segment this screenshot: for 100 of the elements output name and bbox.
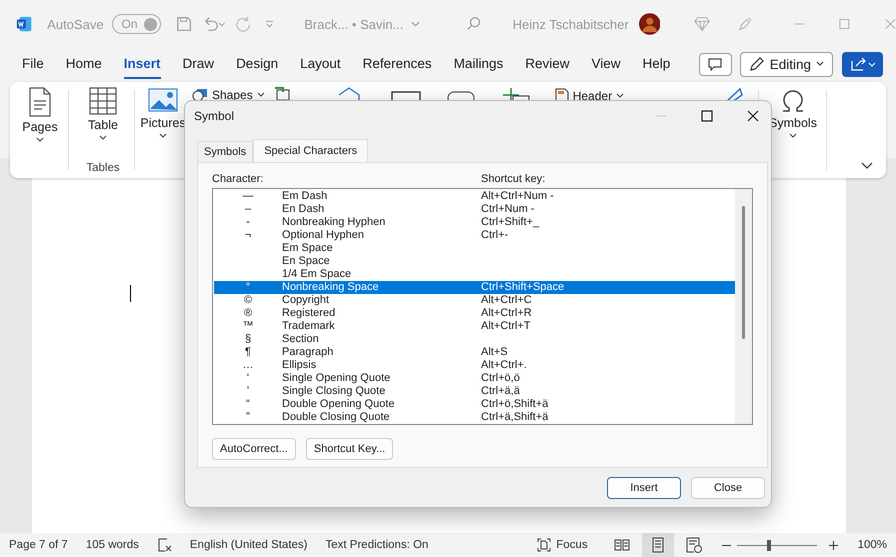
pictures-button[interactable]: Pictures — [138, 82, 188, 139]
character-name: Copyright — [282, 294, 330, 306]
pencil-icon — [748, 56, 765, 72]
language[interactable]: English (United States) — [190, 539, 308, 551]
share-button[interactable] — [842, 52, 883, 76]
list-row[interactable]: 1/4 Em Space — [214, 268, 735, 281]
menu-tab[interactable]: References — [362, 50, 432, 78]
text-cursor — [130, 285, 131, 302]
maximize-icon[interactable] — [701, 110, 713, 122]
list-row[interactable]: ¬ Optional Hyphen Ctrl+- — [214, 229, 735, 242]
menu-tab[interactable]: Help — [642, 50, 670, 78]
list-row[interactable]: ™ Trademark Alt+Ctrl+T — [214, 320, 735, 333]
table-button[interactable]: Table — [79, 82, 127, 141]
omega-icon — [780, 87, 806, 113]
list-row[interactable]: ‘ Single Opening Quote Ctrl+ö,ö — [214, 372, 735, 385]
page-count[interactable]: Page 7 of 7 — [9, 539, 68, 551]
close-button[interactable]: Close — [691, 477, 765, 499]
character-glyph: § — [244, 333, 252, 345]
menu-tab[interactable]: Draw — [182, 50, 214, 78]
shortcut-key: Ctrl+ä,ä — [481, 385, 520, 398]
comment-button[interactable] — [698, 52, 732, 76]
list-row[interactable]: ¶ Paragraph Alt+S — [214, 346, 735, 359]
caret-icon — [256, 92, 265, 98]
character-name: Em Space — [282, 242, 333, 254]
close-icon[interactable] — [747, 110, 759, 122]
proofing-icon[interactable] — [158, 538, 172, 552]
scrollbar[interactable] — [735, 189, 752, 424]
group-label: Tables — [86, 162, 120, 174]
caret-icon — [616, 93, 624, 99]
character-name: Double Opening Quote — [282, 398, 395, 410]
shortcut-key: Alt+Ctrl+T — [481, 320, 531, 333]
list-row[interactable]: © Copyright Alt+Ctrl+C — [214, 294, 735, 307]
book-icon — [614, 538, 630, 552]
menu-tab[interactable]: Home — [66, 50, 102, 78]
text-predictions[interactable]: Text Predictions: On — [326, 539, 428, 551]
menu-tab[interactable]: Insert — [124, 50, 161, 78]
autocorrect-button[interactable]: AutoCorrect... — [212, 438, 296, 460]
character-glyph: ¬ — [244, 229, 252, 241]
print-view-button[interactable] — [642, 533, 674, 557]
list-row[interactable]: … Ellipsis Alt+Ctrl+. — [214, 359, 735, 372]
page-icon — [650, 537, 665, 553]
dialog-tab[interactable]: Special Characters — [253, 139, 368, 162]
caret-icon[interactable] — [411, 20, 420, 28]
list-row[interactable]: Em Space — [214, 242, 735, 255]
character-glyph: — — [242, 190, 254, 202]
shortcut-key: Ctrl+Num - — [481, 203, 534, 216]
character-name: Single Closing Quote — [282, 385, 386, 397]
menu-tab[interactable]: View — [591, 50, 621, 78]
shortcut-key: Ctrl+Shift+_ — [481, 216, 540, 229]
character-glyph: ¶ — [245, 346, 251, 358]
character-name: Registered — [282, 307, 336, 319]
list-row[interactable]: En Space — [214, 255, 735, 268]
list-row[interactable]: ° Nonbreaking Space Ctrl+Shift+Space — [214, 281, 735, 294]
cross-icon[interactable] — [500, 87, 531, 103]
share-icon — [850, 57, 874, 71]
list-row[interactable]: – En Dash Ctrl+Num - — [214, 203, 735, 216]
list-row[interactable]: — Em Dash Alt+Ctrl+Num - — [214, 190, 735, 203]
shortcut-key: Ctrl+ö,Shift+ä — [481, 398, 548, 411]
caret-icon — [36, 137, 44, 143]
web-page-icon — [686, 537, 702, 553]
focus-icon — [537, 538, 552, 552]
focus-button[interactable]: Focus — [537, 538, 588, 552]
menu-tab[interactable]: Layout — [300, 50, 341, 78]
scrollbar-thumb[interactable] — [742, 206, 745, 339]
list-row[interactable]: - Nonbreaking Hyphen Ctrl+Shift+_ — [214, 216, 735, 229]
save-icon[interactable] — [176, 15, 192, 33]
picture-icon — [148, 87, 178, 113]
character-glyph: ® — [244, 307, 252, 319]
character-glyph: © — [244, 294, 252, 306]
shortcut-key: Alt+Ctrl+Num - — [481, 190, 554, 203]
list-row[interactable]: § Section — [214, 333, 735, 346]
editing-button[interactable]: Editing — [740, 52, 833, 76]
shortcut-key: Ctrl+Shift+Space — [481, 281, 564, 294]
menu-tab[interactable]: File — [22, 50, 44, 78]
zoom-in-icon[interactable] — [828, 540, 838, 550]
character-glyph: – — [244, 203, 252, 215]
collapse-caret-icon[interactable] — [861, 162, 873, 170]
character-name: Optional Hyphen — [282, 229, 364, 241]
word-count[interactable]: 105 words — [86, 539, 139, 551]
list-row[interactable]: “ Double Opening Quote Ctrl+ö,Shift+ä — [214, 398, 735, 411]
pages-button[interactable]: Pages — [18, 82, 62, 143]
character-glyph: ™ — [242, 320, 254, 332]
character-glyph: … — [242, 359, 254, 371]
character-list[interactable] — [212, 188, 753, 425]
shortcut-key-button[interactable]: Shortcut Key... — [306, 438, 394, 460]
menu-tab[interactable]: Review — [525, 50, 570, 78]
zoom-level[interactable]: 100% — [858, 539, 887, 551]
character-name: En Dash — [282, 203, 324, 215]
shortcut-key: Alt+S — [481, 346, 508, 359]
shortcut-key: Ctrl+ä,Shift+ä — [481, 411, 548, 424]
menu-tab[interactable]: Design — [236, 50, 278, 78]
list-row[interactable]: ’ Single Closing Quote Ctrl+ä,ä — [214, 385, 735, 398]
menu-tab[interactable]: Mailings — [454, 50, 504, 78]
list-row[interactable]: ” Double Closing Quote Ctrl+ä,Shift+ä — [214, 411, 735, 424]
dialog-tab[interactable]: Symbols — [197, 141, 254, 162]
avatar-icon[interactable] — [638, 12, 660, 36]
character-name: Trademark — [282, 320, 335, 332]
list-row[interactable]: ® Registered Alt+Ctrl+R — [214, 307, 735, 320]
insert-button[interactable]: Insert — [607, 477, 681, 499]
customize-caret-icon[interactable] — [265, 19, 274, 29]
